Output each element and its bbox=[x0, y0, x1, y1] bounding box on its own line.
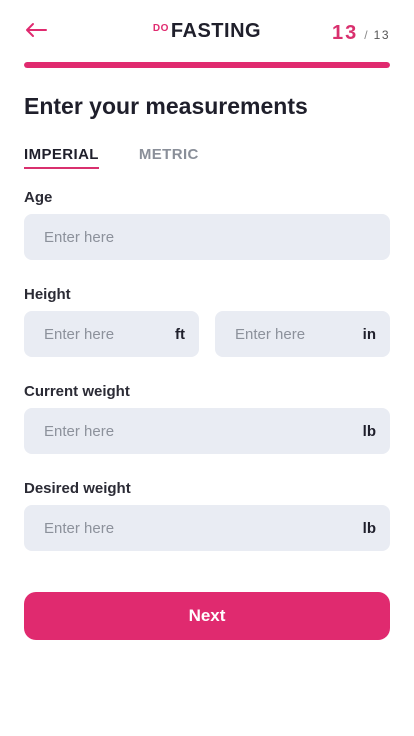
age-input[interactable] bbox=[24, 214, 390, 260]
header: DO FASTING 13 / 13 bbox=[0, 0, 414, 64]
page-title: Enter your measurements bbox=[24, 93, 308, 119]
logo-text: FASTING bbox=[170, 20, 262, 42]
step-separator: / bbox=[364, 28, 368, 42]
age-label: Age bbox=[24, 189, 53, 206]
unit-tabs: IMPERIAL METRIC bbox=[24, 146, 199, 169]
desired-weight-box: lb bbox=[24, 505, 390, 551]
current-weight-input[interactable] bbox=[24, 408, 363, 454]
tab-imperial[interactable]: IMPERIAL bbox=[24, 146, 99, 169]
age-field-box bbox=[24, 214, 390, 260]
height-label: Height bbox=[24, 286, 71, 303]
current-weight-box: lb bbox=[24, 408, 390, 454]
step-current: 13 bbox=[332, 22, 359, 44]
height-inches-box: in bbox=[215, 311, 390, 357]
tab-metric[interactable]: METRIC bbox=[139, 146, 199, 169]
progress-fill bbox=[24, 62, 390, 68]
current-weight-unit-label: lb bbox=[362, 422, 376, 440]
height-feet-input[interactable] bbox=[24, 311, 175, 357]
inches-unit-label: in bbox=[362, 325, 376, 343]
height-inches-input[interactable] bbox=[215, 311, 363, 357]
desired-weight-input[interactable] bbox=[24, 505, 363, 551]
height-feet-box: ft bbox=[24, 311, 199, 357]
next-button[interactable]: Next bbox=[24, 592, 390, 640]
step-total: 13 bbox=[373, 28, 390, 42]
step-counter: 13 / 13 bbox=[332, 22, 390, 45]
current-weight-label: Current weight bbox=[24, 383, 130, 400]
desired-weight-unit-label: lb bbox=[362, 519, 376, 537]
feet-unit-label: ft bbox=[175, 325, 185, 343]
progress-bar bbox=[24, 62, 390, 68]
desired-weight-label: Desired weight bbox=[24, 480, 131, 497]
logo-prefix: DO bbox=[152, 23, 169, 34]
